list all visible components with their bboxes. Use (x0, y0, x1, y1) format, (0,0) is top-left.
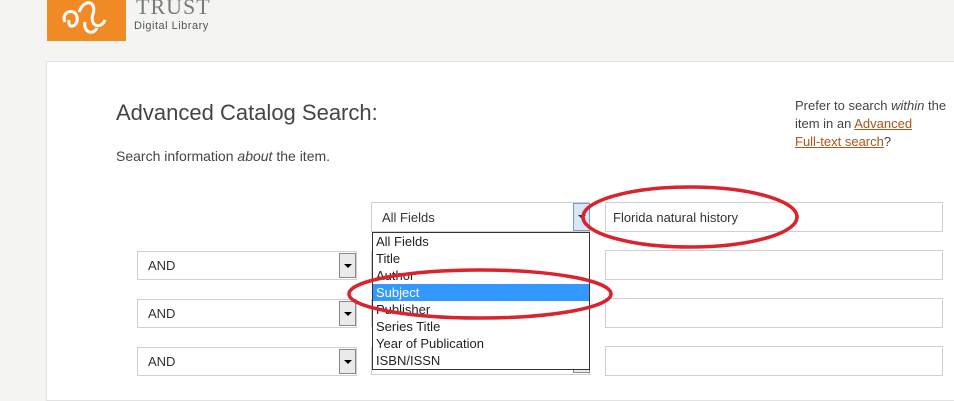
advanced-fulltext-link[interactable]: Advanced (854, 116, 912, 131)
prefer-text: Prefer to search (795, 98, 892, 113)
about-suffix: the item. (272, 148, 331, 164)
dropdown-option[interactable]: Publisher (373, 301, 589, 318)
prefer-question: ? (883, 134, 892, 149)
field-dropdown-list: All Fields Title Author Subject Publishe… (372, 232, 590, 370)
about-emphasis: about (237, 148, 273, 164)
field-select-1[interactable]: All Fields (371, 202, 590, 232)
dropdown-option-selected[interactable]: Subject (373, 284, 589, 301)
search-description: Search information about the item. (116, 148, 330, 164)
chevron-down-icon[interactable] (573, 203, 590, 231)
dropdown-option[interactable]: ISBN/ISSN (373, 352, 589, 369)
logo-subtitle: Digital Library (134, 20, 209, 32)
fulltext-search-link[interactable]: Full-text search (795, 134, 884, 149)
boolean-select-3[interactable]: AND (137, 299, 357, 328)
dropdown-option[interactable]: All Fields (373, 233, 589, 250)
fulltext-prompt: Prefer to search within the item in an A… (795, 97, 954, 151)
page-title: Advanced Catalog Search: (116, 100, 378, 125)
boolean-select-2[interactable]: AND (137, 251, 357, 280)
prefer-suffix: the (924, 98, 947, 113)
boolean-select-4[interactable]: AND (137, 347, 357, 376)
chevron-down-icon[interactable] (339, 253, 356, 278)
search-term-2[interactable] (605, 250, 943, 280)
logo-icon[interactable] (47, 0, 126, 41)
dropdown-option[interactable]: Year of Publication (373, 335, 589, 352)
dropdown-option[interactable]: Title (373, 250, 589, 267)
chevron-down-icon[interactable] (339, 349, 356, 374)
prefer-text-2: item in an (795, 116, 855, 131)
search-term-3[interactable] (605, 298, 943, 328)
site-header: TRUST Digital Library (0, 0, 954, 60)
search-term-4[interactable] (605, 346, 943, 376)
search-term-1[interactable]: Florida natural history (605, 202, 943, 232)
about-prefix: Search information (116, 148, 238, 164)
logo-title: TRUST (136, 0, 211, 19)
dropdown-option[interactable]: Author (373, 267, 589, 284)
dropdown-option[interactable]: Series Title (373, 318, 589, 335)
chevron-down-icon[interactable] (339, 301, 356, 326)
prefer-emphasis: within (891, 98, 925, 113)
